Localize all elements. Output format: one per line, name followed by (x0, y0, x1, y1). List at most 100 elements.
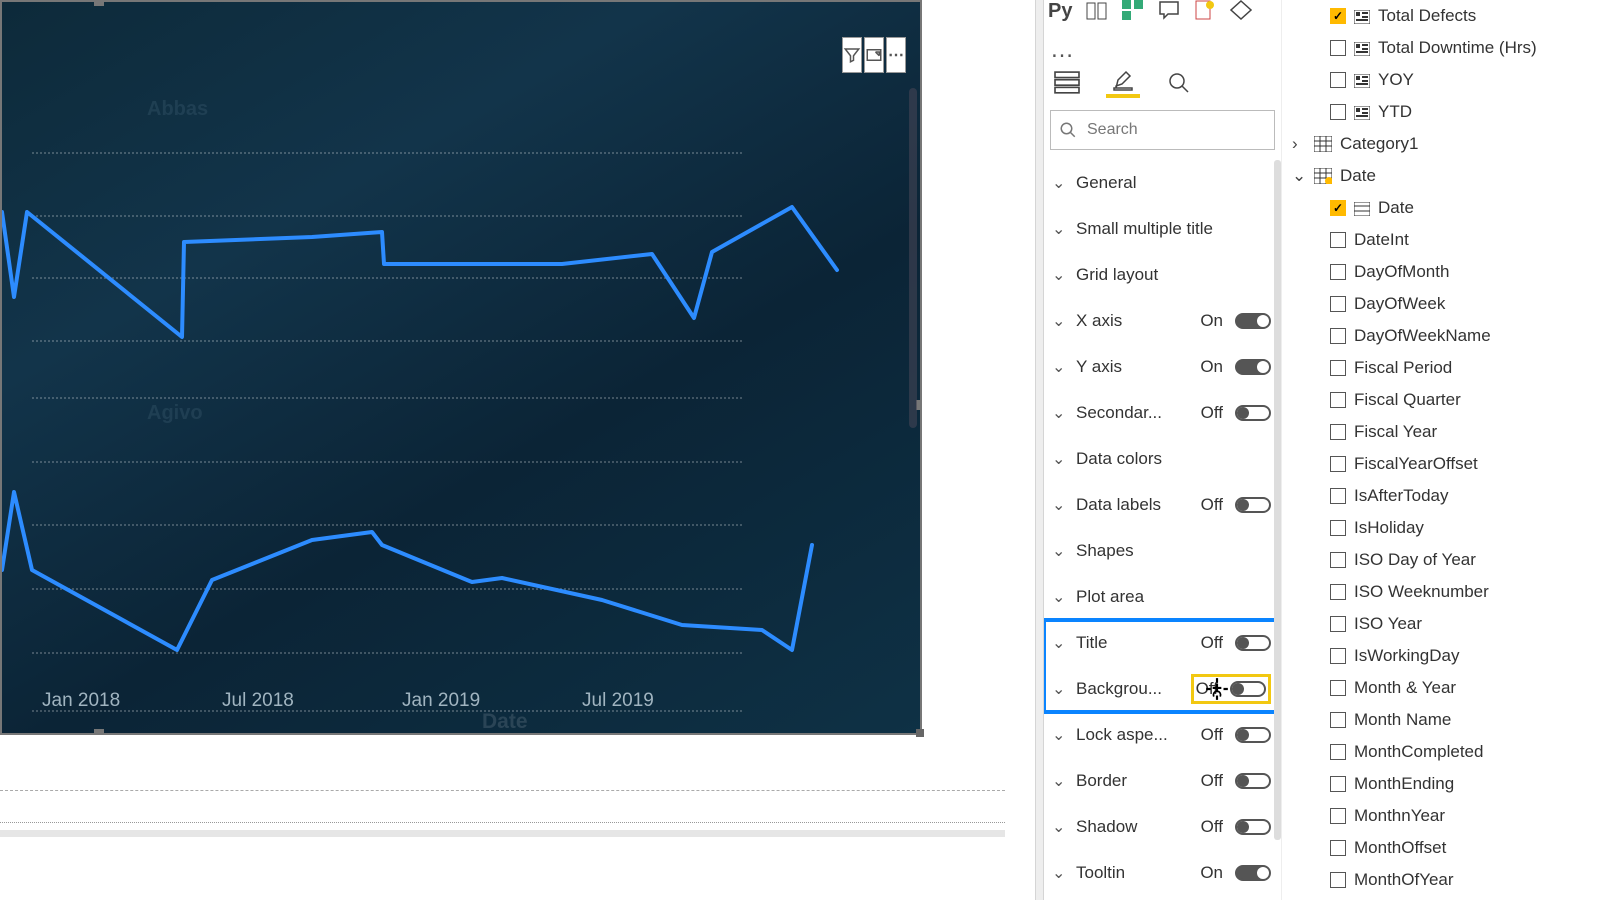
analytics-tab[interactable] (1162, 68, 1196, 98)
toggle-switch[interactable] (1235, 313, 1271, 329)
format-row-y-axis[interactable]: ⌄Y axisOn (1044, 344, 1281, 390)
python-visual-icon[interactable]: Py (1048, 0, 1072, 26)
report-canvas[interactable]: ⋯ Abbas Agivo (0, 0, 1035, 900)
field-month-year[interactable]: Month & Year (1286, 672, 1596, 704)
checkbox[interactable] (1330, 104, 1346, 120)
decomposition-icon[interactable] (1122, 0, 1144, 26)
format-row-backgrou-[interactable]: ⌄Backgrou...Off (1044, 666, 1281, 712)
field-monthofyear[interactable]: MonthOfYear (1286, 864, 1596, 896)
checkbox[interactable] (1330, 520, 1346, 536)
line-chart-visual[interactable]: ⋯ Abbas Agivo (0, 0, 922, 735)
field-iso-day-of-year[interactable]: ISO Day of Year (1286, 544, 1596, 576)
toggle-switch[interactable] (1235, 359, 1271, 375)
paginated-icon[interactable] (1194, 0, 1216, 26)
field-iso-weeknumber[interactable]: ISO Weeknumber (1286, 576, 1596, 608)
table-date[interactable]: ⌄Date (1286, 160, 1596, 192)
format-row-x-axis[interactable]: ⌄X axisOn (1044, 298, 1281, 344)
format-row-secondar-[interactable]: ⌄Secondar...Off (1044, 390, 1281, 436)
checkbox[interactable] (1330, 392, 1346, 408)
field-monthcompleted[interactable]: MonthCompleted (1286, 736, 1596, 768)
toggle-switch[interactable] (1235, 405, 1271, 421)
fields-tab[interactable] (1050, 68, 1084, 98)
checkbox[interactable] (1330, 712, 1346, 728)
checkbox[interactable] (1330, 616, 1346, 632)
chevron-right-icon[interactable]: › (1292, 134, 1306, 154)
field-iso-year[interactable]: ISO Year (1286, 608, 1596, 640)
field-ytd[interactable]: YTD (1286, 96, 1596, 128)
toggle-switch[interactable] (1235, 635, 1271, 651)
format-row-title[interactable]: ⌄TitleOff (1044, 620, 1281, 666)
table-category1[interactable]: ›Category1 (1286, 128, 1596, 160)
toggle-switch[interactable] (1235, 819, 1271, 835)
checkbox[interactable] (1330, 840, 1346, 856)
field-isworkingday[interactable]: IsWorkingDay (1286, 640, 1596, 672)
field-yoy[interactable]: YOY (1286, 64, 1596, 96)
toggle-switch[interactable] (1230, 681, 1266, 697)
custom-visual-icon[interactable] (1230, 0, 1252, 26)
checkbox[interactable] (1330, 680, 1346, 696)
checkbox[interactable] (1330, 808, 1346, 824)
field-isaftertoday[interactable]: IsAfterToday (1286, 480, 1596, 512)
toggle-switch[interactable] (1235, 497, 1271, 513)
format-row-data-labels[interactable]: ⌄Data labelsOff (1044, 482, 1281, 528)
checkbox[interactable] (1330, 872, 1346, 888)
resize-handle-corner[interactable] (916, 729, 924, 737)
toggle-switch[interactable] (1235, 773, 1271, 789)
format-row-plot-area[interactable]: ⌄Plot area (1044, 574, 1281, 620)
checkbox[interactable] (1330, 40, 1346, 56)
checkbox[interactable] (1330, 72, 1346, 88)
viz-type-row-tail[interactable]: Py (1044, 0, 1281, 32)
checkbox[interactable] (1330, 296, 1346, 312)
field-dayofmonth[interactable]: DayOfMonth (1286, 256, 1596, 288)
checkbox[interactable] (1330, 456, 1346, 472)
more-visuals-icon[interactable]: … (1044, 32, 1281, 68)
checkbox[interactable] (1330, 360, 1346, 376)
format-row-data-colors[interactable]: ⌄Data colors (1044, 436, 1281, 482)
field-fiscal-quarter[interactable]: Fiscal Quarter (1286, 384, 1596, 416)
field-total-downtime-hrs-[interactable]: Total Downtime (Hrs) (1286, 32, 1596, 64)
checkbox[interactable] (1330, 584, 1346, 600)
checkbox[interactable] (1330, 264, 1346, 280)
field-dateint[interactable]: DateInt (1286, 224, 1596, 256)
checkbox[interactable] (1330, 776, 1346, 792)
field-date[interactable]: Date (1286, 192, 1596, 224)
field-month-name[interactable]: Month Name (1286, 704, 1596, 736)
checkbox[interactable] (1330, 328, 1346, 344)
field-dayofweekname[interactable]: DayOfWeekName (1286, 320, 1596, 352)
field-total-defects[interactable]: Total Defects (1286, 0, 1596, 32)
qa-visual-icon[interactable] (1158, 0, 1180, 26)
format-row-small-multiple-title[interactable]: ⌄Small multiple title (1044, 206, 1281, 252)
checkbox[interactable] (1330, 8, 1346, 24)
checkbox[interactable] (1330, 552, 1346, 568)
chevron-down-icon[interactable]: ⌄ (1292, 166, 1306, 186)
field-monthending[interactable]: MonthEnding (1286, 768, 1596, 800)
format-row-grid-layout[interactable]: ⌄Grid layout (1044, 252, 1281, 298)
format-row-lock-aspe-[interactable]: ⌄Lock aspe...Off (1044, 712, 1281, 758)
format-scrollbar[interactable] (1274, 160, 1281, 840)
field-monthnyear[interactable]: MonthnYear (1286, 800, 1596, 832)
format-search[interactable]: Search (1050, 110, 1275, 150)
key-influencers-icon[interactable] (1086, 0, 1108, 26)
format-row-border[interactable]: ⌄BorderOff (1044, 758, 1281, 804)
checkbox[interactable] (1330, 424, 1346, 440)
checkbox[interactable] (1330, 488, 1346, 504)
format-row-general[interactable]: ⌄General (1044, 160, 1281, 206)
format-row-shadow[interactable]: ⌄ShadowOff (1044, 804, 1281, 850)
format-row-tooltin[interactable]: ⌄TooltinOn (1044, 850, 1281, 896)
resize-handle-top[interactable] (94, 0, 104, 6)
field-isholiday[interactable]: IsHoliday (1286, 512, 1596, 544)
field-fiscalyearoffset[interactable]: FiscalYearOffset (1286, 448, 1596, 480)
checkbox[interactable] (1330, 744, 1346, 760)
field-fiscal-period[interactable]: Fiscal Period (1286, 352, 1596, 384)
checkbox[interactable] (1330, 648, 1346, 664)
resize-handle-bottom[interactable] (94, 729, 104, 735)
checkbox[interactable] (1330, 200, 1346, 216)
checkbox[interactable] (1330, 232, 1346, 248)
field-fiscal-year[interactable]: Fiscal Year (1286, 416, 1596, 448)
toggle-switch[interactable] (1235, 865, 1271, 881)
toggle-switch[interactable] (1235, 727, 1271, 743)
format-row-shapes[interactable]: ⌄Shapes (1044, 528, 1281, 574)
pane-divider[interactable] (1035, 0, 1044, 900)
format-tab[interactable] (1106, 68, 1140, 98)
field-dayofweek[interactable]: DayOfWeek (1286, 288, 1596, 320)
